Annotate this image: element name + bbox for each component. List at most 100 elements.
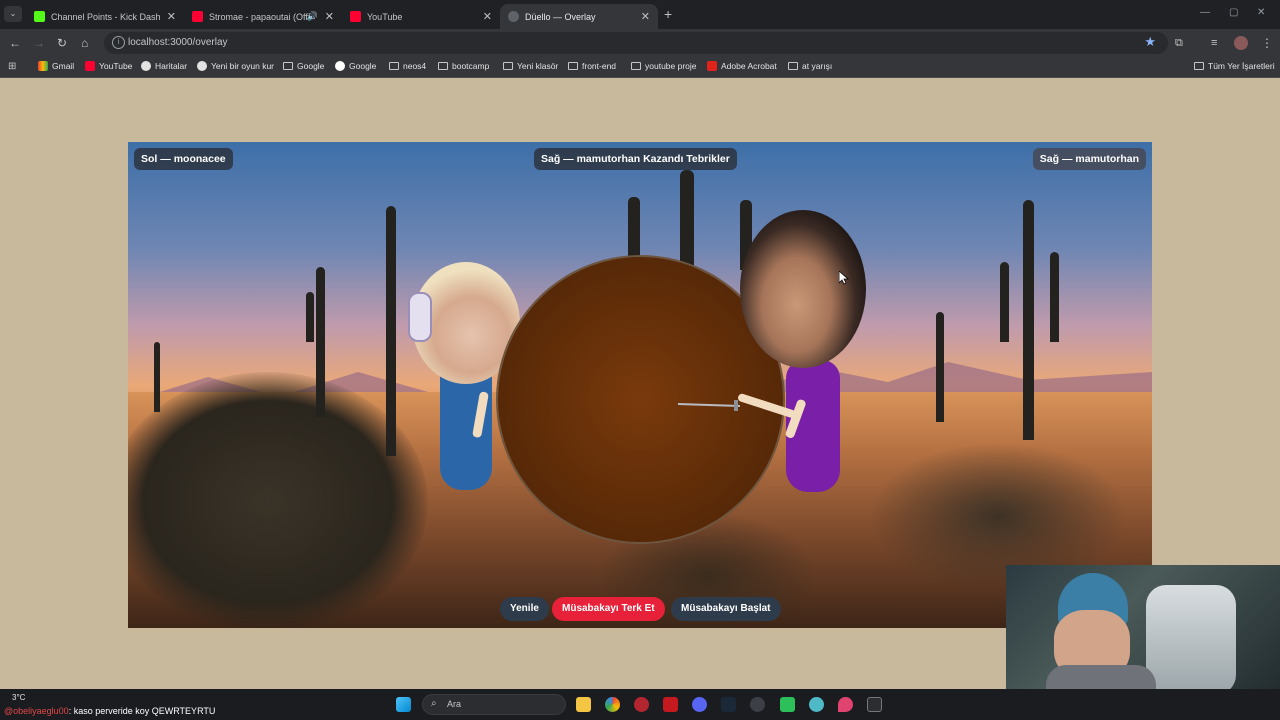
cactus-arm — [1050, 252, 1059, 342]
left-player-name: moonacee — [173, 153, 226, 165]
cactus-arm — [1000, 262, 1009, 342]
right-player-label: Sağ — mamutorhan — [1032, 148, 1146, 170]
cactus — [386, 206, 396, 456]
all-bookmarks[interactable]: Tüm Yer İşaretleri — [1194, 61, 1275, 71]
folder-icon — [788, 62, 798, 70]
bookmark-star-icon[interactable]: ★ — [1144, 34, 1156, 50]
chat-overlay-message: @obeliyaeglu00: kaso perveride koy QEWRT… — [4, 706, 215, 716]
cactus — [154, 342, 160, 412]
close-tab-icon[interactable]: ✕ — [325, 10, 334, 23]
apps-grid-icon[interactable]: ⊞ — [8, 61, 16, 72]
maps-pin-icon[interactable] — [838, 697, 853, 712]
globe-icon — [197, 61, 207, 71]
headphones-icon — [408, 292, 432, 342]
bookmark-yeni-klasor[interactable]: Yeni klasör — [503, 61, 558, 71]
search-icon: ⌕ — [431, 698, 437, 709]
terminal-icon[interactable] — [867, 697, 882, 712]
mouse-cursor-icon — [839, 271, 849, 285]
streamer-shirt — [1046, 665, 1156, 690]
close-tab-icon[interactable]: ✕ — [641, 10, 650, 23]
tab-youtube[interactable]: YouTube ✕ — [342, 4, 500, 29]
gaming-chair — [1146, 585, 1236, 690]
red-app-icon[interactable] — [663, 697, 678, 712]
bookmark-neos4[interactable]: neos4 — [389, 61, 426, 71]
tab-stromae[interactable]: Stromae - papaoutai (Official 🔊 ✕ — [184, 4, 342, 29]
tab-title: YouTube — [367, 11, 403, 22]
chrome-icon[interactable] — [605, 697, 620, 712]
windows-start-icon[interactable] — [396, 697, 411, 712]
close-tab-icon[interactable]: ✕ — [167, 10, 176, 23]
discord-icon[interactable] — [692, 697, 707, 712]
bookmark-adobe-acrobat[interactable]: Adobe Acrobat — [707, 61, 777, 71]
folder-icon — [1194, 62, 1204, 70]
steam-icon[interactable] — [721, 697, 736, 712]
obs-icon[interactable] — [750, 697, 765, 712]
tab-kick-dashboard[interactable]: Channel Points - Kick Dashboard ✕ — [26, 4, 184, 29]
folder-icon — [503, 62, 513, 70]
forward-arrow-icon[interactable]: → — [33, 35, 45, 51]
new-tab-button[interactable]: + — [664, 6, 672, 22]
folder-icon — [568, 62, 578, 70]
bookmark-gmail[interactable]: Gmail — [38, 61, 74, 71]
extensions-icon[interactable]: ⧉ — [1175, 35, 1183, 51]
winner-banner: Sağ — mamutorhan Kazandı Tebrikler — [534, 148, 737, 170]
kick-icon — [34, 11, 45, 22]
streamer-webcam — [1006, 565, 1280, 690]
home-icon[interactable]: ⌂ — [81, 35, 88, 51]
cactus-arm — [306, 292, 314, 342]
cactus — [936, 312, 944, 422]
bookmark-at-yarisi[interactable]: at yarışı — [788, 61, 832, 71]
browser-app-icon[interactable] — [809, 697, 824, 712]
profile-avatar[interactable] — [1234, 36, 1248, 50]
bookmark-front-end[interactable]: front-end — [568, 61, 616, 71]
search-placeholder: Ara — [447, 699, 462, 709]
folder-icon — [389, 62, 399, 70]
maximize-icon[interactable]: ▢ — [1229, 7, 1238, 18]
close-tab-icon[interactable]: ✕ — [483, 10, 492, 23]
tab-duello-overlay[interactable]: Düello — Overlay ✕ — [500, 4, 658, 29]
acrobat-icon — [707, 61, 717, 71]
bookmark-label: youtube proje — [645, 61, 697, 71]
chat-text: : kaso perveride koy QEWRTEYRTU — [68, 706, 216, 716]
taskbar-search[interactable]: ⌕ Ara — [422, 694, 566, 715]
right-player-name: mamutorhan — [1075, 153, 1139, 165]
site-info-icon[interactable]: i — [112, 36, 125, 49]
tab-search-button[interactable]: ⌄ — [4, 6, 22, 22]
close-window-icon[interactable]: ✕ — [1257, 7, 1265, 18]
google-icon — [335, 61, 345, 71]
refresh-button[interactable]: Yenile — [500, 597, 549, 621]
bookmark-yeni-oyun[interactable]: Yeni bir oyun kur — [197, 61, 274, 71]
bookmark-google[interactable]: Google — [335, 61, 376, 71]
leave-match-button[interactable]: Müsabakayı Terk Et — [552, 597, 665, 621]
bookmark-haritalar[interactable]: Haritalar — [141, 61, 187, 71]
cactus — [316, 267, 325, 417]
start-match-button[interactable]: Müsabakayı Başlat — [671, 597, 781, 621]
menu-kebab-icon[interactable]: ⋮ — [1261, 35, 1273, 51]
tab-title: Stromae - papaoutai (Official — [209, 11, 309, 22]
bookmark-bootcamp[interactable]: bootcamp — [438, 61, 489, 71]
minimize-icon[interactable]: — — [1200, 7, 1210, 18]
reload-icon[interactable]: ↻ — [57, 35, 67, 51]
back-arrow-icon[interactable]: ← — [9, 35, 21, 51]
folder-icon — [438, 62, 448, 70]
label-prefix: Sağ — — [1039, 153, 1073, 165]
record-app-icon[interactable] — [634, 697, 649, 712]
tab-title: Düello — Overlay — [525, 11, 596, 22]
bookmark-google-folder[interactable]: Google — [283, 61, 324, 71]
right-fighter-face — [740, 210, 866, 368]
bookmark-youtube-proje[interactable]: youtube proje — [631, 61, 697, 71]
file-explorer-icon[interactable] — [576, 697, 591, 712]
media-play-icon[interactable] — [780, 697, 795, 712]
browser-tab-bar: ⌄ Channel Points - Kick Dashboard ✕ Stro… — [0, 0, 1280, 29]
bookmark-label: Yeni bir oyun kur — [211, 61, 275, 71]
chat-username: @obeliyaeglu00 — [4, 706, 69, 716]
sword-icon — [678, 400, 741, 411]
speaker-icon[interactable]: 🔊 — [307, 11, 318, 22]
left-player-label: Sol — moonacee — [134, 148, 233, 170]
address-bar[interactable]: i localhost:3000/overlay ★ — [104, 32, 1168, 54]
media-control-icon[interactable]: ≡ — [1211, 35, 1217, 51]
bookmarks-bar: ⊞ Gmail YouTube Haritalar Yeni bir oyun … — [0, 57, 1280, 78]
globe-icon — [508, 11, 519, 22]
bookmark-youtube[interactable]: YouTube — [85, 61, 132, 71]
weather-widget[interactable]: 3°C — [12, 693, 25, 702]
